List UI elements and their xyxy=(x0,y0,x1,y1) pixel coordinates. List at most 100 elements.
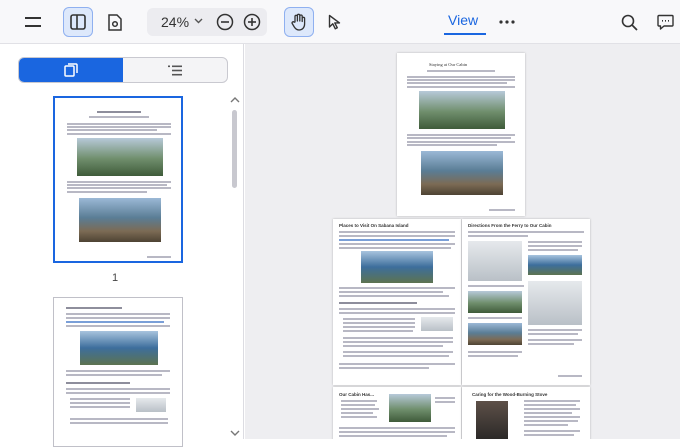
select-tool-button[interactable] xyxy=(320,7,350,37)
road-photo xyxy=(528,255,582,275)
text-line xyxy=(343,326,415,328)
thumb-footer-line xyxy=(147,256,171,258)
page-heading: Our Cabin Has... xyxy=(339,392,375,397)
thumb-title-line xyxy=(97,111,141,113)
sidebar-icon xyxy=(70,14,86,30)
text-line xyxy=(343,322,415,324)
text-line xyxy=(468,231,584,233)
sidebar-toggle-button[interactable] xyxy=(63,7,93,37)
thumb-text-line xyxy=(66,388,170,390)
outline-list-icon xyxy=(168,65,182,75)
thumbnail-page-2[interactable] xyxy=(53,297,183,447)
document-button[interactable] xyxy=(100,7,130,37)
outline-view-button[interactable] xyxy=(123,58,227,82)
thumb-text-line xyxy=(67,191,147,193)
thumb-text-line xyxy=(67,184,167,186)
thumb-text-line xyxy=(66,313,170,315)
ferry-photo xyxy=(421,317,453,331)
zoom-value[interactable]: 24% xyxy=(161,14,189,30)
document-canvas[interactable]: Staying at Our Cabin Places to Visit On … xyxy=(245,44,680,439)
driveway-photo xyxy=(468,291,522,313)
text-line xyxy=(427,70,495,72)
map-image xyxy=(528,281,582,325)
thumbnail-page-1[interactable] xyxy=(53,96,183,263)
tab-view[interactable]: View xyxy=(448,12,478,28)
scroll-up-icon[interactable] xyxy=(230,96,240,103)
search-icon xyxy=(621,14,638,31)
text-line xyxy=(468,235,528,237)
text-line xyxy=(407,79,515,81)
thumb-heading-line xyxy=(66,382,130,384)
zoom-in-icon[interactable] xyxy=(243,13,261,31)
thumb-photo xyxy=(79,198,161,242)
text-line xyxy=(468,351,522,353)
toolbar: 24% View xyxy=(0,0,680,44)
thumb-text-line xyxy=(66,317,170,319)
text-line xyxy=(339,235,455,237)
text-line xyxy=(524,404,576,406)
text-line xyxy=(524,434,574,436)
footer-line xyxy=(489,209,515,211)
zoom-out-icon[interactable] xyxy=(216,13,234,31)
more-button[interactable] xyxy=(492,7,522,37)
stove-photo xyxy=(476,401,508,439)
document-page-3: Directions From the Ferry to Our Cabin xyxy=(462,219,590,385)
thumbnail-sidebar: 1 xyxy=(0,44,244,447)
text-line xyxy=(343,330,413,332)
more-dots-icon xyxy=(499,20,515,24)
thumb-text-line xyxy=(66,370,170,372)
text-line xyxy=(341,412,373,414)
scroll-down-icon[interactable] xyxy=(230,430,240,437)
text-line xyxy=(524,412,572,414)
text-line xyxy=(524,424,568,426)
thumbnail-page-number: 1 xyxy=(112,272,119,284)
text-line xyxy=(343,337,453,339)
text-line xyxy=(343,351,453,353)
thumb-text-line xyxy=(67,181,171,183)
text-line xyxy=(339,243,455,245)
sidebar-scrollbar-thumb[interactable] xyxy=(232,110,237,188)
menu-button[interactable] xyxy=(18,7,48,37)
thumbnails-view-button[interactable] xyxy=(19,58,123,82)
text-line xyxy=(524,420,578,422)
thumb-text-line xyxy=(67,187,171,189)
page-heading: Directions From the Ferry to Our Cabin xyxy=(468,223,552,228)
text-line xyxy=(339,312,455,314)
thumb-text-line xyxy=(67,126,171,128)
text-line xyxy=(407,137,511,139)
hand-icon xyxy=(291,13,306,31)
text-line xyxy=(435,397,455,399)
comment-button[interactable] xyxy=(650,7,680,37)
chevron-down-icon[interactable] xyxy=(194,18,203,24)
text-line xyxy=(468,355,518,357)
thumb-photo xyxy=(136,398,166,412)
thumb-text-line xyxy=(70,402,130,404)
text-line xyxy=(343,341,453,343)
tab-view-underline xyxy=(444,33,486,35)
text-line xyxy=(407,141,515,143)
text-line xyxy=(339,367,429,369)
text-line xyxy=(339,231,455,233)
text-line xyxy=(468,317,522,319)
page-title: Staying at Our Cabin xyxy=(429,62,468,67)
text-line xyxy=(524,416,580,418)
text-line xyxy=(407,144,497,146)
thumb-text-line xyxy=(70,422,168,424)
text-line xyxy=(524,408,580,410)
text-line xyxy=(407,82,507,84)
page-heading: Caring for the Wood-Burning Stove xyxy=(472,392,548,397)
zoom-control: 24% xyxy=(147,8,267,36)
thumbnails-icon xyxy=(64,63,78,77)
text-line xyxy=(343,318,415,320)
comment-icon xyxy=(656,14,674,30)
pan-tool-button[interactable] xyxy=(284,7,314,37)
map-image xyxy=(468,241,522,281)
sidebar-view-switch xyxy=(18,57,228,83)
text-line xyxy=(341,404,375,406)
thumb-text-line xyxy=(66,321,164,323)
search-button[interactable] xyxy=(614,7,644,37)
thumb-photo xyxy=(77,138,163,176)
document-page-5: Caring for the Wood-Burning Stove xyxy=(462,387,590,439)
thumb-photo xyxy=(80,331,158,365)
document-page-4: Our Cabin Has... xyxy=(333,387,461,439)
